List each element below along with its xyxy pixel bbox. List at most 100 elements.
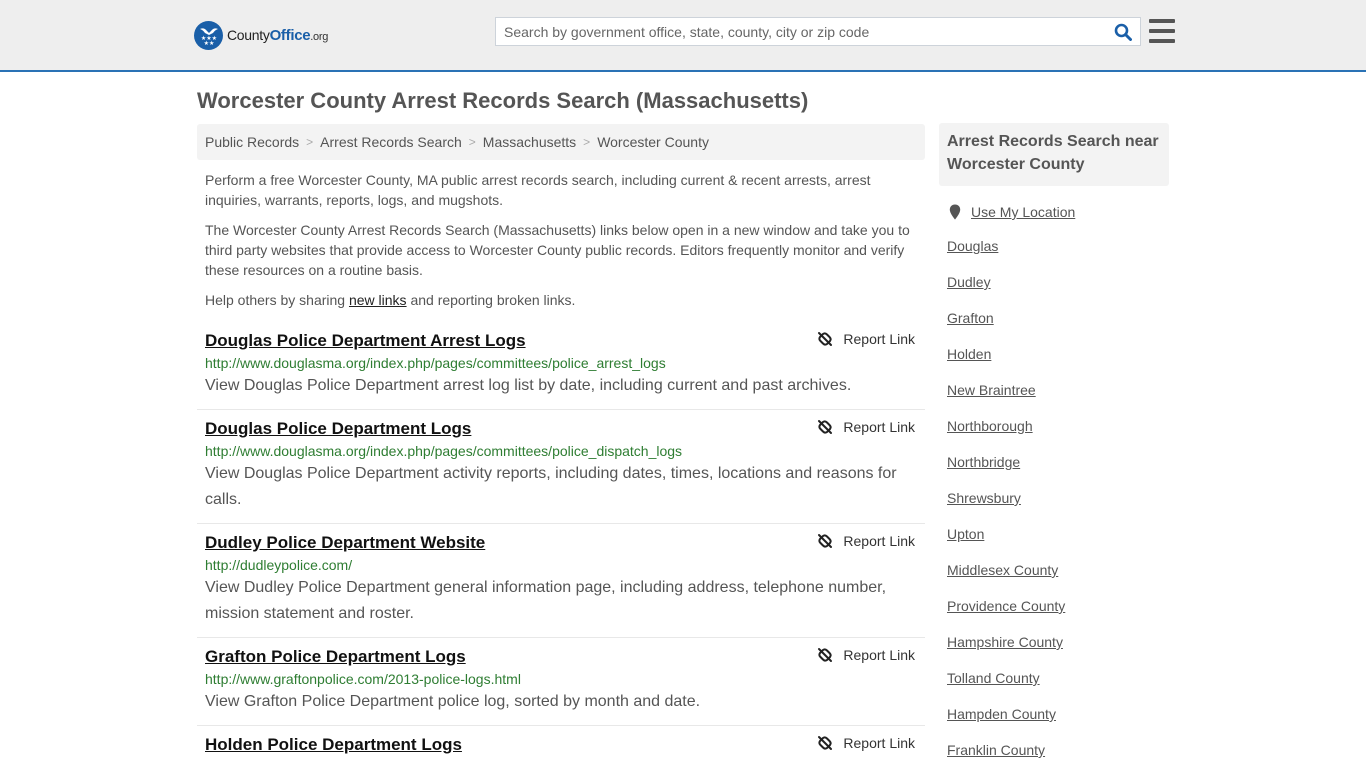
intro-text: Perform a free Worcester County, MA publ… (205, 170, 920, 320)
nearby-item: Middlesex County (947, 562, 1169, 598)
breadcrumb-separator-icon: > (306, 135, 314, 149)
report-link-label: Report Link (843, 331, 915, 347)
nearby-link-providence-county[interactable]: Providence County (947, 598, 1065, 614)
result-url: http://dudleypolice.com/ (205, 557, 353, 573)
page-title: Worcester County Arrest Records Search (… (197, 88, 809, 113)
nearby-link-dudley[interactable]: Dudley (947, 274, 991, 290)
nearby-item: Dudley (947, 274, 1169, 310)
broken-link-icon (818, 736, 833, 750)
result-item: Douglas Police Department Logs Report Li… (197, 410, 925, 524)
broken-link-icon (818, 420, 833, 434)
report-link-label: Report Link (843, 419, 915, 435)
nearby-item: Grafton (947, 310, 1169, 346)
report-link-button[interactable]: Report Link (817, 533, 915, 549)
nearby-item: Shrewsbury (947, 490, 1169, 526)
search-button[interactable] (1106, 18, 1140, 45)
nearby-link-holden[interactable]: Holden (947, 346, 991, 362)
result-description: View Douglas Police Department activity … (205, 465, 897, 508)
result-title-link[interactable]: Grafton Police Department Logs (205, 646, 466, 668)
nearby-link-grafton[interactable]: Grafton (947, 310, 994, 326)
logo-wordmark: CountyOffice.org (227, 27, 328, 44)
nearby-link-tolland-county[interactable]: Tolland County (947, 670, 1040, 686)
nearby-item: Northbridge (947, 454, 1169, 490)
intro-paragraph-2: The Worcester County Arrest Records Sear… (205, 222, 910, 278)
logo-prefix: County (227, 26, 270, 43)
report-link-button[interactable]: Report Link (817, 419, 915, 435)
use-my-location: Use My Location (939, 204, 1169, 220)
result-title-link[interactable]: Douglas Police Department Logs (205, 418, 471, 440)
nearby-link-northborough[interactable]: Northborough (947, 418, 1033, 434)
nearby-item: Tolland County (947, 670, 1169, 706)
broken-link-icon (818, 332, 833, 346)
site-header: ★★★ ★★ CountyOffice.org (0, 0, 1366, 72)
search-input[interactable] (496, 18, 1106, 45)
intro-help-text-end: and reporting broken links. (406, 292, 576, 308)
new-links-link[interactable]: new links (349, 292, 407, 308)
result-description: View Dudley Police Department general in… (205, 579, 887, 622)
use-my-location-link[interactable]: Use My Location (971, 204, 1075, 220)
search-box (495, 17, 1141, 46)
sidebar: Arrest Records Search near Worcester Cou… (939, 123, 1169, 778)
nearby-item: Northborough (947, 418, 1169, 454)
intro-paragraph-1: Perform a free Worcester County, MA publ… (205, 172, 871, 208)
nearby-link-hampshire-county[interactable]: Hampshire County (947, 634, 1063, 650)
nearby-link-upton[interactable]: Upton (947, 526, 984, 542)
hamburger-menu-icon-bar (1149, 39, 1175, 43)
result-title-link[interactable]: Douglas Police Department Arrest Logs (205, 330, 526, 352)
result-item: Dudley Police Department Website Report … (197, 524, 925, 638)
report-link-label: Report Link (843, 533, 915, 549)
svg-text:★★: ★★ (203, 40, 214, 46)
result-url: http://www.douglasma.org/index.php/pages… (205, 355, 666, 371)
results-list: Douglas Police Department Arrest Logs Re… (197, 322, 925, 766)
result-url: http://www.douglasma.org/index.php/pages… (205, 443, 683, 459)
breadcrumb-separator-icon: > (468, 135, 476, 149)
nearby-item: Providence County (947, 598, 1169, 634)
broken-link-icon (818, 534, 833, 548)
map-pin-icon (949, 204, 961, 220)
nearby-link-new-braintree[interactable]: New Braintree (947, 382, 1036, 398)
nearby-item: Upton (947, 526, 1169, 562)
nearby-link-franklin-county[interactable]: Franklin County (947, 742, 1045, 758)
result-item: Grafton Police Department Logs Report Li… (197, 638, 925, 726)
result-item: Douglas Police Department Arrest Logs Re… (197, 322, 925, 410)
nearby-item: Franklin County (947, 742, 1169, 778)
hamburger-menu-icon-bar (1149, 29, 1175, 33)
logo-suffix: .org (310, 30, 329, 43)
result-description: View Grafton Police Department police lo… (205, 693, 701, 710)
hamburger-menu-button[interactable] (1149, 19, 1175, 43)
report-link-button[interactable]: Report Link (817, 647, 915, 663)
eagle-stars-badge-icon: ★★★ ★★ (194, 20, 223, 50)
report-link-button[interactable]: Report Link (817, 735, 915, 751)
breadcrumb-separator-icon: > (583, 135, 591, 149)
nearby-item: Holden (947, 346, 1169, 382)
breadcrumb: Public Records > Arrest Records Search >… (197, 124, 925, 160)
breadcrumb-worcester-county[interactable]: Worcester County (597, 134, 709, 150)
nearby-item: Hampshire County (947, 634, 1169, 670)
nearby-link-hampden-county[interactable]: Hampden County (947, 706, 1056, 722)
nearby-item: Hampden County (947, 706, 1169, 742)
nearby-links-list: Douglas Dudley Grafton Holden New Braint… (939, 238, 1169, 778)
search-icon (1114, 23, 1132, 41)
breadcrumb-arrest-records-search[interactable]: Arrest Records Search (320, 134, 462, 150)
intro-help-text: Help others by sharing (205, 292, 349, 308)
result-url: http://www.graftonpolice.com/2013-police… (205, 671, 521, 687)
result-title-link[interactable]: Holden Police Department Logs (205, 734, 462, 756)
result-description: View Douglas Police Department arrest lo… (205, 377, 852, 394)
report-link-button[interactable]: Report Link (817, 331, 915, 347)
nearby-link-shrewsbury[interactable]: Shrewsbury (947, 490, 1021, 506)
report-link-label: Report Link (843, 647, 915, 663)
intro-paragraph-3: Help others by sharing new links and rep… (205, 290, 920, 310)
report-link-label: Report Link (843, 735, 915, 751)
breadcrumb-massachusetts[interactable]: Massachusetts (483, 134, 576, 150)
nearby-link-douglas[interactable]: Douglas (947, 238, 998, 254)
nearby-link-middlesex-county[interactable]: Middlesex County (947, 562, 1058, 578)
site-logo[interactable]: ★★★ ★★ CountyOffice.org (194, 20, 328, 50)
nearby-link-northbridge[interactable]: Northbridge (947, 454, 1020, 470)
hamburger-menu-icon-bar (1149, 19, 1175, 23)
logo-main: Office (269, 26, 311, 44)
result-title-link[interactable]: Dudley Police Department Website (205, 532, 485, 554)
breadcrumb-public-records[interactable]: Public Records (205, 134, 299, 150)
broken-link-icon (818, 648, 833, 662)
nearby-item: New Braintree (947, 382, 1169, 418)
nearby-item: Douglas (947, 238, 1169, 274)
